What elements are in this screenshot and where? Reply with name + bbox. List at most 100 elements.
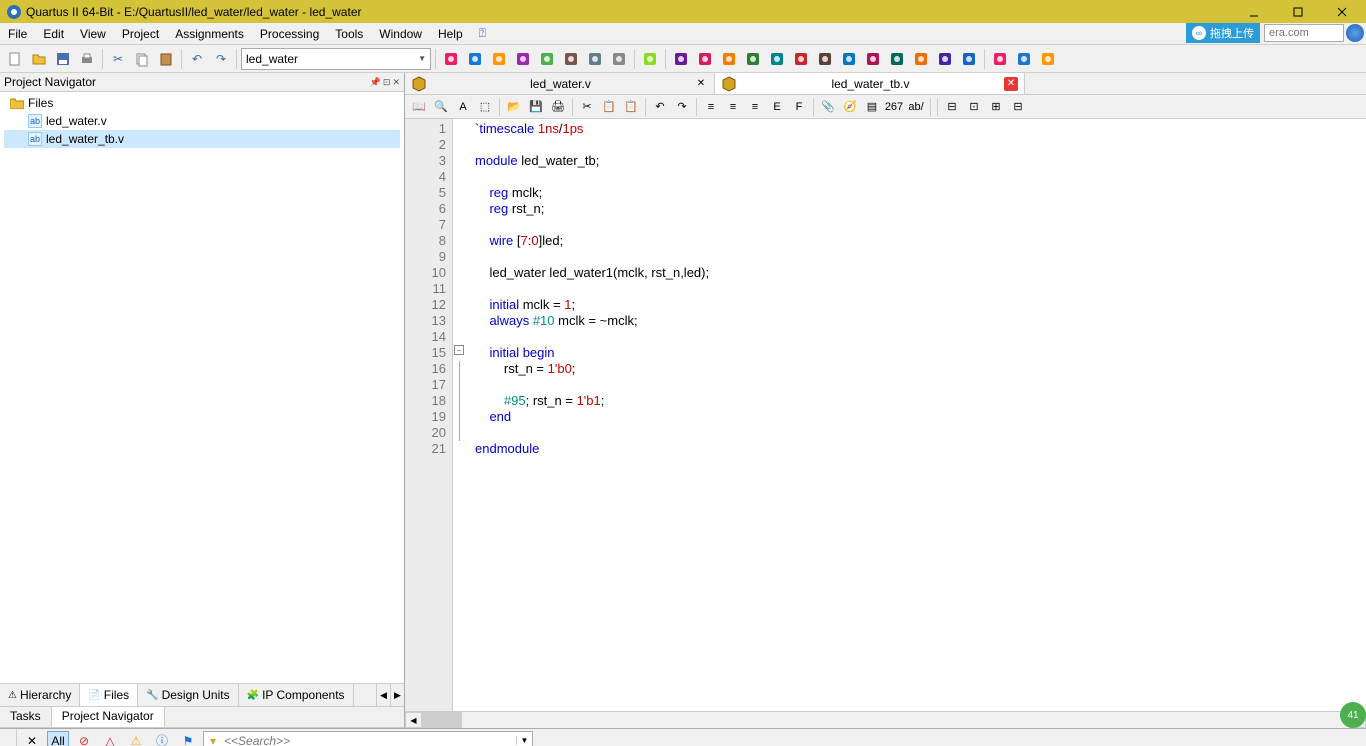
horizontal-scrollbar[interactable]: ◀▶ — [405, 711, 1366, 728]
new-file-button[interactable] — [4, 48, 26, 70]
print-button[interactable] — [76, 48, 98, 70]
project-select[interactable]: led_water▼ — [241, 48, 431, 70]
editor-tool-6[interactable]: 💾 — [526, 97, 546, 117]
toolbar-button-16[interactable] — [790, 48, 812, 70]
toolbar-button-14[interactable] — [742, 48, 764, 70]
file-tree[interactable]: Files abled_water.vabled_water_tb.v — [0, 92, 404, 683]
menu-processing[interactable]: Processing — [252, 25, 327, 43]
toolbar-button-7[interactable] — [608, 48, 630, 70]
globe-icon[interactable] — [1346, 24, 1364, 42]
editor-tool-24[interactable]: ▤ — [862, 97, 882, 117]
menu-window[interactable]: Window — [371, 25, 430, 43]
toolbar-button-20[interactable] — [886, 48, 908, 70]
nav-tab-ip-components[interactable]: 🧩IP Components — [239, 684, 354, 706]
close-button[interactable] — [1320, 0, 1364, 23]
editor-tool-26[interactable]: ab/ — [906, 97, 926, 117]
file-tab[interactable]: led_water_tb.v✕ — [715, 73, 1025, 94]
toolbar-button-23[interactable] — [958, 48, 980, 70]
menu-help[interactable]: Help — [430, 25, 471, 43]
editor-tool-11[interactable]: 📋 — [621, 97, 641, 117]
editor-tool-32[interactable]: ⊟ — [1008, 97, 1028, 117]
toolbar-button-9[interactable] — [639, 48, 661, 70]
editor-tool-9[interactable]: ✂ — [577, 97, 597, 117]
toolbar-button-26[interactable] — [1013, 48, 1035, 70]
pin-icon[interactable]: 📌 — [370, 77, 381, 88]
toolbar-button-2[interactable] — [488, 48, 510, 70]
toolbar-button-5[interactable] — [560, 48, 582, 70]
toolbar-button-4[interactable] — [536, 48, 558, 70]
toolbar-button-0[interactable] — [440, 48, 462, 70]
editor-tool-0[interactable]: 📖 — [409, 97, 429, 117]
open-button[interactable] — [28, 48, 50, 70]
code-editor[interactable]: 123456789101112131415161718192021 − `tim… — [405, 119, 1366, 711]
notification-badge[interactable]: 41 — [1340, 702, 1366, 728]
toolbar-button-19[interactable] — [862, 48, 884, 70]
editor-tool-2[interactable]: A — [453, 97, 473, 117]
lower-tab-tasks[interactable]: Tasks — [0, 707, 52, 727]
lower-tab-project-navigator[interactable]: Project Navigator — [52, 707, 165, 727]
minimize-button[interactable] — [1232, 0, 1276, 23]
tab-scroll-right[interactable]: ▶ — [390, 684, 404, 706]
editor-tool-30[interactable]: ⊡ — [964, 97, 984, 117]
redo-button[interactable]: ↷ — [210, 48, 232, 70]
toolbar-button-12[interactable] — [694, 48, 716, 70]
toolbar-button-3[interactable] — [512, 48, 534, 70]
toolbar-button-15[interactable] — [766, 48, 788, 70]
filter-flag-icon[interactable]: ⚑ — [177, 731, 199, 746]
nav-tab-design-units[interactable]: 🔧Design Units — [138, 684, 238, 706]
menu-tools[interactable]: Tools — [327, 25, 371, 43]
editor-tool-3[interactable]: ⬚ — [475, 97, 495, 117]
editor-tool-17[interactable]: ≡ — [723, 97, 743, 117]
file-tab[interactable]: led_water.v✕ — [405, 73, 715, 94]
dock-icon[interactable]: ⊡ — [383, 77, 391, 88]
msg-close-icon[interactable]: ✕ — [21, 731, 43, 746]
filter-error-icon[interactable]: ⊘ — [73, 731, 95, 746]
toolbar-button-6[interactable] — [584, 48, 606, 70]
tree-file[interactable]: abled_water_tb.v — [4, 130, 400, 148]
menu-view[interactable]: View — [72, 25, 114, 43]
editor-tool-23[interactable]: 🧭 — [840, 97, 860, 117]
maximize-button[interactable] — [1276, 0, 1320, 23]
code-content[interactable]: `timescale 1ns/1ps module led_water_tb; … — [467, 119, 1366, 711]
toolbar-button-1[interactable] — [464, 48, 486, 70]
search-dropdown[interactable]: ▼ — [516, 736, 532, 745]
editor-tool-1[interactable]: 🔍 — [431, 97, 451, 117]
editor-tool-5[interactable]: 📂 — [504, 97, 524, 117]
editor-tool-20[interactable]: F — [789, 97, 809, 117]
tab-scroll-left[interactable]: ◀ — [376, 684, 390, 706]
toolbar-button-22[interactable] — [934, 48, 956, 70]
editor-tool-14[interactable]: ↷ — [672, 97, 692, 117]
editor-tool-22[interactable]: 📎 — [818, 97, 838, 117]
copy-button[interactable] — [131, 48, 153, 70]
fold-column[interactable]: − — [453, 119, 467, 711]
help-search-icon[interactable]: ⍰ — [471, 24, 494, 43]
tree-root[interactable]: Files — [4, 94, 400, 112]
url-input[interactable] — [1264, 24, 1344, 42]
editor-tool-7[interactable]: 🖨 — [548, 97, 568, 117]
menu-file[interactable]: File — [0, 25, 35, 43]
panel-close-icon[interactable]: ✕ — [392, 77, 400, 88]
undo-button[interactable]: ↶ — [186, 48, 208, 70]
editor-tool-16[interactable]: ≡ — [701, 97, 721, 117]
menu-edit[interactable]: Edit — [35, 25, 72, 43]
editor-tool-25[interactable]: 267 — [884, 97, 904, 117]
filter-critical-icon[interactable]: △ — [99, 731, 121, 746]
editor-tool-19[interactable]: E — [767, 97, 787, 117]
close-tab-icon[interactable]: ✕ — [1004, 77, 1018, 91]
filter-warning-icon[interactable]: ⚠ — [125, 731, 147, 746]
upload-button[interactable]: ∞拖拽上传 — [1186, 23, 1260, 43]
filter-info-icon[interactable]: ⓘ — [151, 731, 173, 746]
close-tab-icon[interactable]: ✕ — [694, 77, 708, 91]
editor-tool-10[interactable]: 📋 — [599, 97, 619, 117]
message-search[interactable]: ▾ ▼ — [203, 731, 533, 746]
toolbar-button-17[interactable] — [814, 48, 836, 70]
editor-tool-13[interactable]: ↶ — [650, 97, 670, 117]
menu-assignments[interactable]: Assignments — [167, 25, 252, 43]
save-button[interactable] — [52, 48, 74, 70]
search-input[interactable] — [222, 734, 516, 746]
nav-tab-files[interactable]: 📄Files — [80, 684, 138, 706]
toolbar-button-21[interactable] — [910, 48, 932, 70]
toolbar-button-18[interactable] — [838, 48, 860, 70]
editor-tool-31[interactable]: ⊞ — [986, 97, 1006, 117]
filter-all-button[interactable]: All — [47, 731, 69, 746]
